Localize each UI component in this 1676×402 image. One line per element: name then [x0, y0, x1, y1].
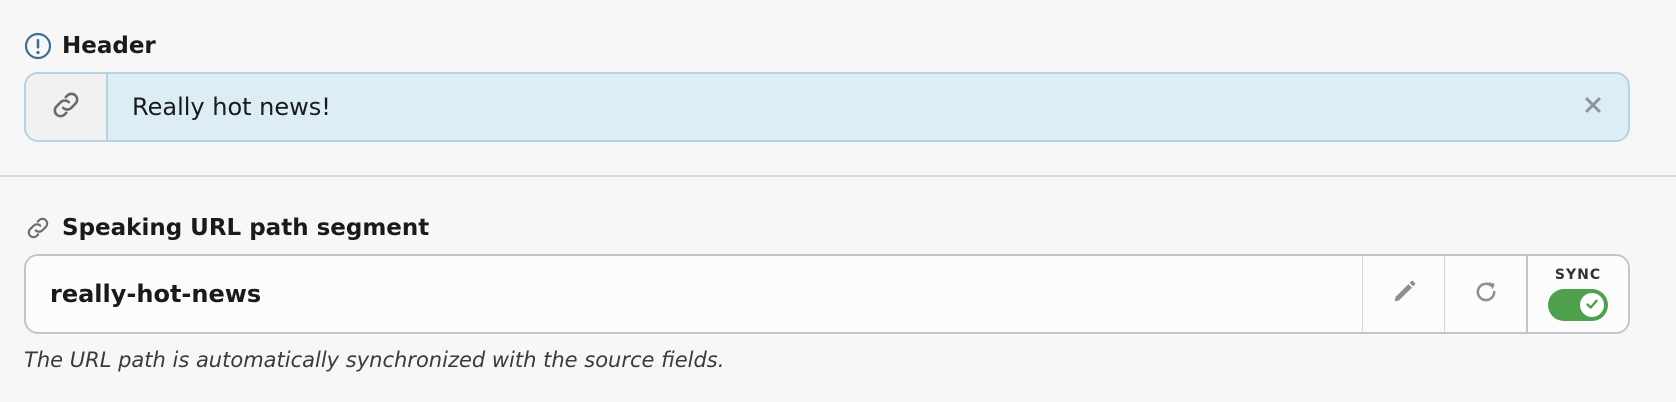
close-icon — [1584, 96, 1602, 118]
link-icon — [24, 214, 52, 242]
link-icon — [49, 88, 83, 126]
slug-help-text: The URL path is automatically synchroniz… — [24, 348, 725, 372]
sync-control: SYNC — [1526, 256, 1628, 332]
sync-toggle[interactable] — [1548, 289, 1608, 321]
pencil-icon — [1390, 278, 1418, 310]
slug-input-group: really-hot-news SYNC — [24, 254, 1630, 334]
check-icon — [1585, 296, 1599, 315]
refresh-slug-button[interactable] — [1444, 256, 1526, 332]
toggle-knob — [1580, 293, 1604, 317]
clear-button[interactable] — [1558, 74, 1628, 140]
header-label-text: Header — [62, 33, 156, 59]
link-addon — [26, 74, 108, 140]
edit-slug-button[interactable] — [1362, 256, 1444, 332]
section-divider — [0, 175, 1676, 177]
header-input[interactable] — [108, 74, 1558, 140]
info-circle-icon — [24, 32, 52, 60]
sync-label: SYNC — [1554, 267, 1602, 283]
slug-label-text: Speaking URL path segment — [62, 215, 430, 241]
slug-value[interactable]: really-hot-news — [26, 256, 1362, 332]
header-input-group — [24, 72, 1630, 142]
header-field-label: Header — [24, 30, 156, 62]
slug-field-label: Speaking URL path segment — [24, 212, 429, 244]
refresh-icon — [1472, 278, 1500, 310]
